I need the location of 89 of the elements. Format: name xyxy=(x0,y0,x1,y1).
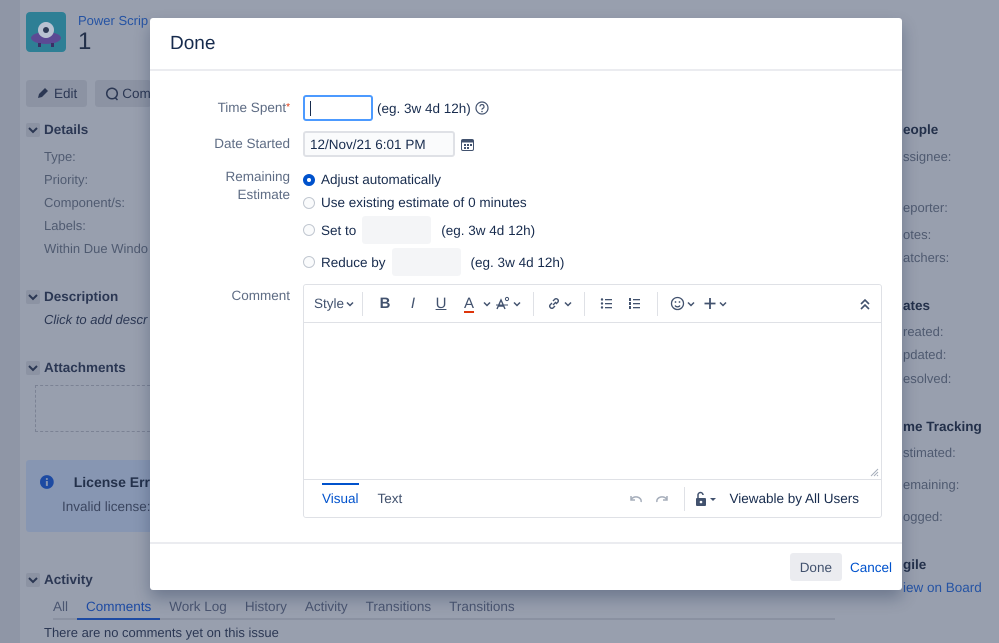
text-color-button[interactable]: A xyxy=(455,295,484,312)
italic-button[interactable]: I xyxy=(399,295,428,312)
comment-button[interactable]: Com xyxy=(95,80,151,107)
format-hint: (eg. 3w 4d 12h) xyxy=(441,222,536,238)
editor-mode-tab[interactable]: Visual xyxy=(322,483,359,514)
field-label: Time Spent* xyxy=(216,99,290,117)
caret-icon[interactable] xyxy=(513,300,522,308)
field-label: esolved: xyxy=(903,370,952,388)
description-prompt[interactable]: Click to add descr xyxy=(44,311,148,329)
field-label: Priority: xyxy=(44,170,88,189)
field-label: ssignee: xyxy=(903,148,952,166)
activity-tab[interactable]: Transitions xyxy=(440,599,524,620)
activity-tab[interactable]: Activity xyxy=(296,599,357,620)
style-dropdown[interactable]: Style xyxy=(314,296,354,311)
field-label: Remaining Estimate xyxy=(224,168,290,204)
chevron-icon[interactable] xyxy=(26,361,40,375)
option-label: Use existing estimate of 0 minutes xyxy=(321,195,527,210)
option-label: Adjust automatically xyxy=(321,172,442,187)
field-label: eporter: xyxy=(903,199,948,217)
caret-icon[interactable] xyxy=(719,300,728,308)
text-effects-icon[interactable] xyxy=(495,296,512,311)
caret-icon[interactable] xyxy=(564,300,572,308)
format-hint: (eg. 3w 4d 12h) xyxy=(377,100,471,116)
activity-tab[interactable]: Work Log xyxy=(160,599,236,620)
section-heading: me Tracking xyxy=(903,418,982,436)
notice-text: Invalid license: xyxy=(61,499,150,514)
field-label: Labels: xyxy=(44,216,86,234)
format-hint: (eg. 3w 4d 12h) xyxy=(470,254,564,270)
caret-icon[interactable] xyxy=(687,300,696,308)
field-label: Date Started xyxy=(213,135,290,153)
chevron-icon[interactable] xyxy=(26,123,40,137)
section-heading: Details xyxy=(44,121,88,139)
field-label: Component/s: xyxy=(44,194,125,212)
section-heading: Activity xyxy=(44,571,93,589)
field-label: Type: xyxy=(44,148,76,166)
emoji-icon[interactable] xyxy=(670,296,686,311)
time-spent-field[interactable] xyxy=(303,95,373,121)
chevron-icon[interactable] xyxy=(26,573,40,587)
pencil-icon xyxy=(36,87,49,100)
option-label: Reduce by xyxy=(321,254,386,270)
radio-button[interactable] xyxy=(303,224,315,236)
activity-tab[interactable]: History xyxy=(236,599,296,620)
empty-message: There are no comments yet on this issue xyxy=(44,624,279,641)
activity-tab[interactable]: Transitions xyxy=(356,599,440,620)
field-label: pdated: xyxy=(903,346,946,364)
section-heading: ates xyxy=(903,297,930,315)
plus-icon[interactable] xyxy=(703,296,718,311)
field-label: stimated: xyxy=(903,444,956,462)
radio-button[interactable] xyxy=(303,256,315,268)
dialog-title: Done xyxy=(170,32,216,54)
option-label: Set to xyxy=(321,222,356,238)
section-heading: eople xyxy=(903,121,938,139)
field-label: reated: xyxy=(903,323,944,341)
visibility-label: Viewable by All Users xyxy=(729,491,859,506)
breadcrumb-link[interactable]: Power Scrip xyxy=(78,13,148,28)
field-label: Comment xyxy=(230,287,290,305)
view-on-board-link[interactable]: iew on Board xyxy=(903,579,982,597)
resize-grip-icon[interactable] xyxy=(870,468,879,477)
activity-tab[interactable]: Comments xyxy=(77,599,160,620)
unlocked-padlock-icon[interactable] xyxy=(695,491,708,506)
field-label: ogged: xyxy=(903,508,943,526)
radio-button[interactable] xyxy=(303,174,315,186)
field-label: emaining: xyxy=(903,476,960,494)
date-field[interactable]: 12/Nov/21 6:01 PM xyxy=(303,131,455,157)
field-label: Within Due Windo xyxy=(44,240,148,258)
calendar-icon[interactable] xyxy=(461,138,474,150)
activity-tab[interactable]: All xyxy=(53,599,78,620)
chevron-icon[interactable] xyxy=(26,290,40,304)
edit-button[interactable]: Edit xyxy=(26,80,88,107)
field-label: atchers: xyxy=(903,249,950,267)
caret-icon[interactable] xyxy=(483,300,492,308)
editor-mode-tab[interactable]: Text xyxy=(378,483,402,514)
issue-title: 1 xyxy=(78,30,92,54)
bold-button[interactable]: B xyxy=(371,295,400,312)
section-heading: Description xyxy=(44,288,118,306)
collapse-icon[interactable] xyxy=(859,296,871,310)
notice-title: License Err xyxy=(74,474,150,490)
underline-button[interactable]: U xyxy=(427,295,456,312)
cancel-link[interactable]: Cancel xyxy=(850,560,892,574)
required-marker: * xyxy=(286,102,290,113)
project-avatar-icon xyxy=(26,12,66,52)
section-heading: gile xyxy=(903,556,926,574)
radio-button[interactable] xyxy=(303,196,315,208)
caret-icon xyxy=(346,300,354,308)
field-label: otes: xyxy=(903,226,932,244)
done-button[interactable]: Done xyxy=(790,553,842,581)
help-icon[interactable] xyxy=(474,101,489,115)
info-icon xyxy=(40,475,54,489)
section-heading: Attachments xyxy=(44,359,126,377)
